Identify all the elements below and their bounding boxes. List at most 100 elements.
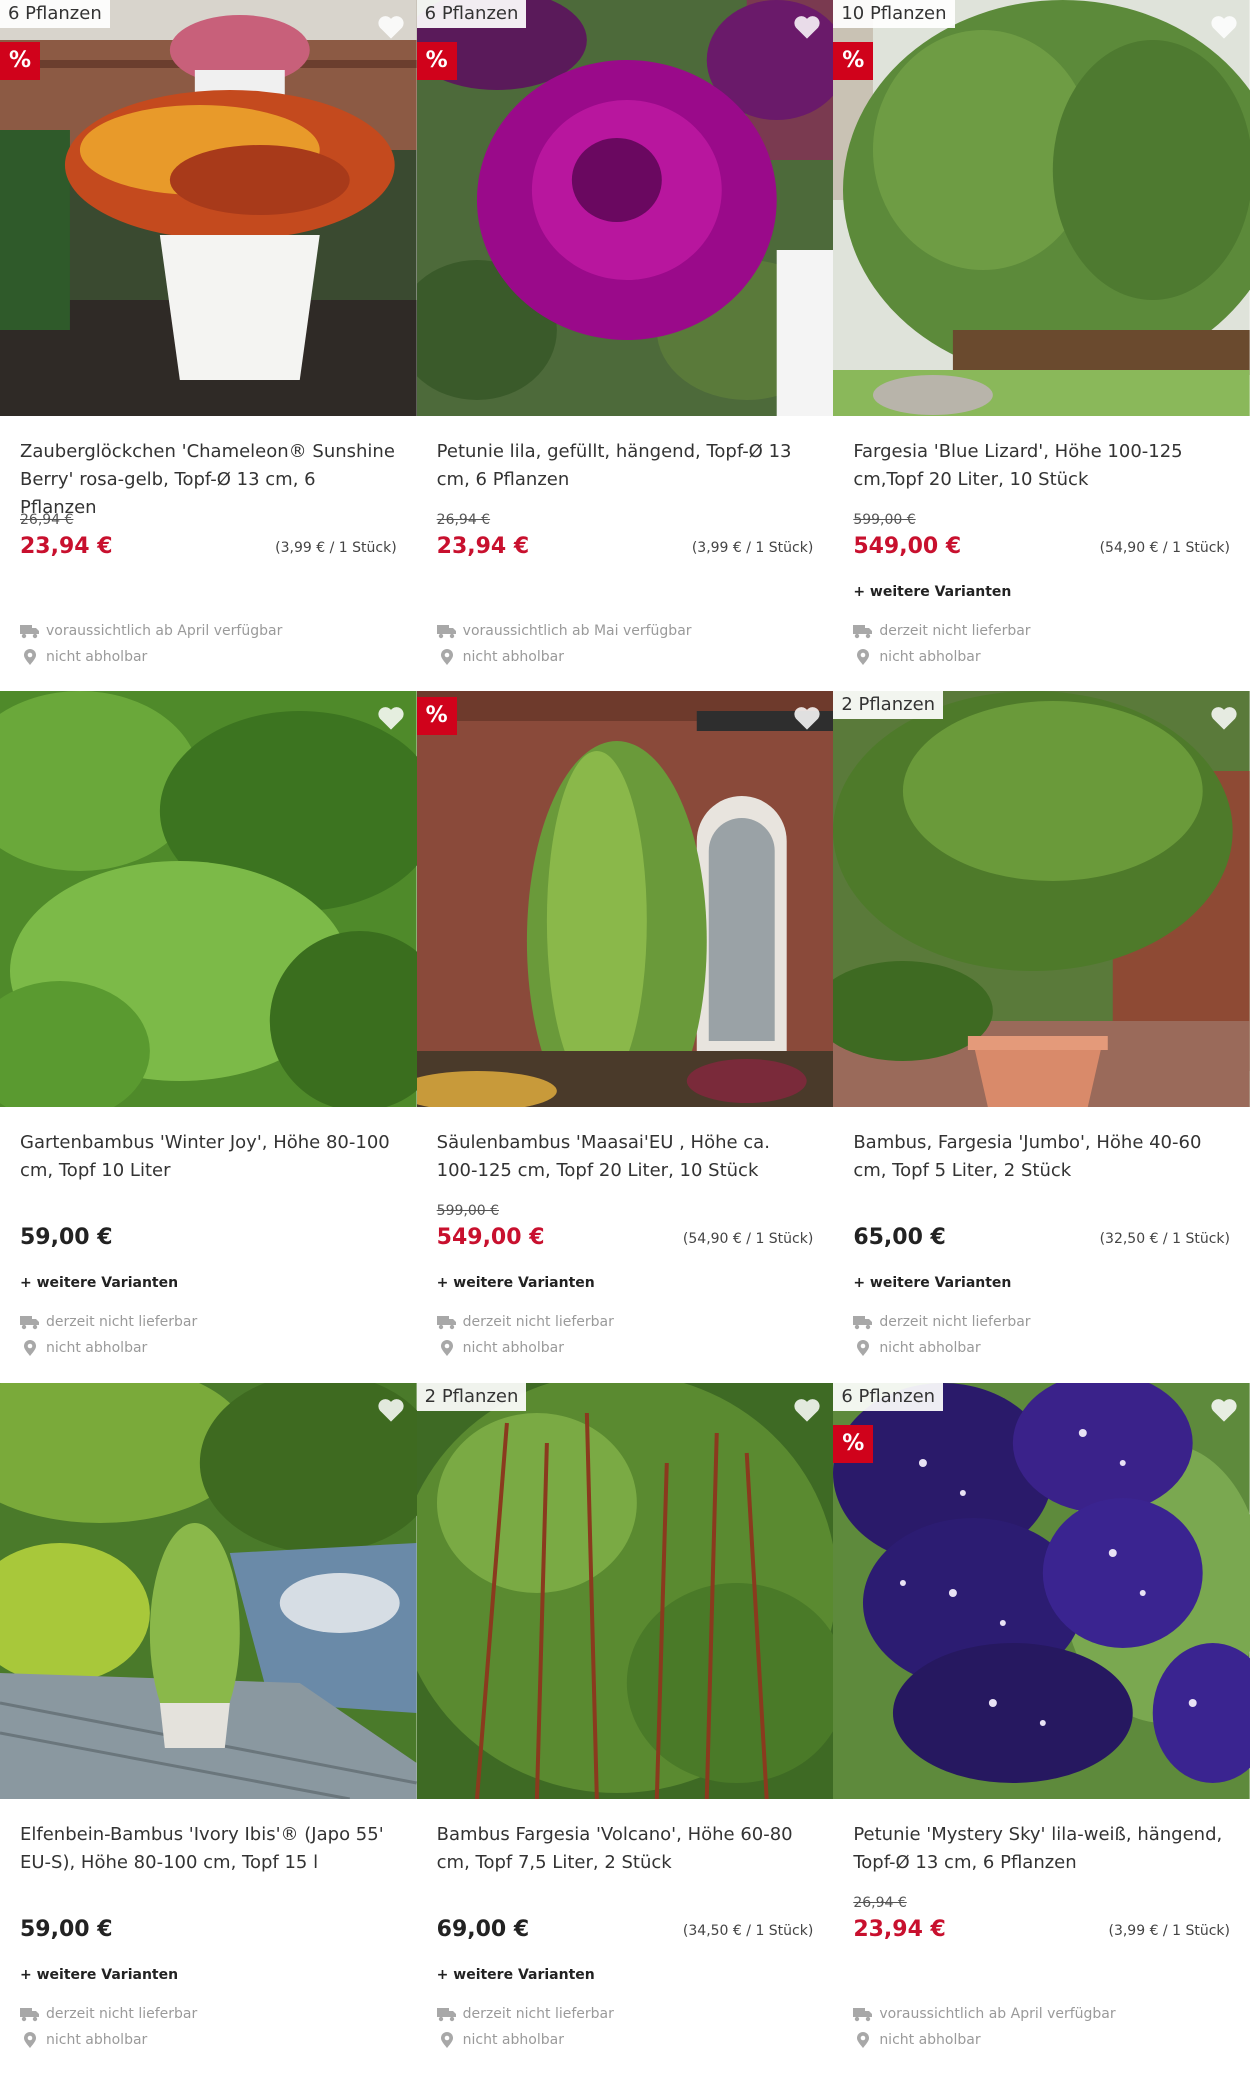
product-title[interactable]: Fargesia 'Blue Lizard', Höhe 100-125 cm,…: [853, 438, 1230, 494]
product-card[interactable]: Elfenbein-Bambus 'Ivory Ibis'® (Japo 55'…: [0, 1382, 417, 2074]
product-image[interactable]: %: [416, 691, 834, 1108]
availability-row: derzeit nicht lieferbar: [853, 622, 1031, 640]
heart-icon[interactable]: [377, 705, 405, 731]
product-title[interactable]: Elfenbein-Bambus 'Ivory Ibis'® (Japo 55'…: [20, 1821, 397, 1877]
product-card[interactable]: 10 Pflanzen % Fargesia 'Blue Lizard', Hö…: [833, 0, 1250, 692]
price: 59,00 €: [20, 1916, 113, 1942]
product-title[interactable]: Petunie lila, gefüllt, hängend, Topf-Ø 1…: [437, 438, 814, 494]
product-title[interactable]: Zauberglöckchen 'Chameleon® Sunshine Ber…: [20, 438, 397, 522]
unit-price: (3,99 € / 1 Stück): [691, 540, 814, 556]
heart-icon[interactable]: [793, 14, 821, 40]
truck-icon: [436, 1313, 457, 1331]
pickup-row: nicht abholbar: [437, 2031, 564, 2049]
heart-icon[interactable]: [793, 705, 821, 731]
availability-row: derzeit nicht lieferbar: [436, 2005, 614, 2023]
product-card[interactable]: Gartenbambus 'Winter Joy', Höhe 80-100 c…: [0, 691, 417, 1383]
product-image[interactable]: [0, 1382, 417, 1799]
more-variants-link[interactable]: + weitere Varianten: [853, 1275, 1011, 1291]
location-pin-icon: [437, 2031, 457, 2049]
more-variants-link[interactable]: + weitere Varianten: [20, 1967, 178, 1983]
more-variants-link[interactable]: + weitere Varianten: [437, 1967, 595, 1983]
product-info: Fargesia 'Blue Lizard', Höhe 100-125 cm,…: [833, 416, 1250, 691]
product-title[interactable]: Petunie 'Mystery Sky' lila-weiß, hängend…: [853, 1821, 1230, 1877]
price: 65,00 €: [853, 1225, 946, 1251]
old-price: 599,00 €: [853, 512, 916, 528]
availability-text: derzeit nicht lieferbar: [462, 2005, 614, 2022]
truck-icon: [436, 622, 457, 640]
heart-icon[interactable]: [1210, 1397, 1238, 1423]
availability-text: derzeit nicht lieferbar: [879, 1314, 1031, 1331]
pickup-row: nicht abholbar: [437, 648, 564, 666]
location-pin-icon: [20, 2031, 40, 2049]
availability-text: derzeit nicht lieferbar: [462, 1314, 614, 1331]
price: 23,94 €: [853, 1916, 946, 1942]
unit-price: (32,50 € / 1 Stück): [1099, 1231, 1230, 1248]
plant-count-badge: 2 Pflanzen: [833, 691, 944, 720]
product-title[interactable]: Gartenbambus 'Winter Joy', Höhe 80-100 c…: [20, 1129, 397, 1185]
pickup-text: nicht abholbar: [462, 2031, 564, 2048]
product-info: Säulenbambus 'Maasai'EU , Höhe ca. 100-1…: [417, 1107, 834, 1382]
pickup-text: nicht abholbar: [462, 1340, 564, 1357]
product-card[interactable]: 6 Pflanzen % Petunie 'Mystery Sky' lila-…: [833, 1382, 1250, 2074]
pickup-row: nicht abholbar: [853, 1339, 981, 1357]
product-info: Bambus, Fargesia 'Jumbo', Höhe 40-60 cm,…: [833, 1107, 1250, 1382]
product-card[interactable]: 6 Pflanzen % Zauberglöckchen 'Chameleon®…: [0, 0, 417, 692]
product-image[interactable]: 2 Pflanzen: [833, 691, 1250, 1108]
unit-price: (3,99 € / 1 Stück): [275, 540, 397, 556]
price: 69,00 €: [436, 1916, 530, 1942]
product-title[interactable]: Säulenbambus 'Maasai'EU , Höhe ca. 100-1…: [437, 1129, 814, 1185]
availability-row: derzeit nicht lieferbar: [20, 2005, 197, 2023]
location-pin-icon: [20, 1339, 40, 1357]
pickup-text: nicht abholbar: [46, 2031, 148, 2048]
product-image[interactable]: 6 Pflanzen %: [416, 0, 834, 416]
plant-count-badge: 6 Pflanzen: [416, 0, 527, 28]
product-image[interactable]: 10 Pflanzen %: [833, 0, 1250, 416]
pickup-row: nicht abholbar: [20, 1339, 147, 1357]
heart-icon[interactable]: [377, 1397, 405, 1423]
more-variants-link[interactable]: + weitere Varianten: [437, 1275, 595, 1291]
product-card[interactable]: 6 Pflanzen % Petunie lila, gefüllt, häng…: [416, 0, 834, 692]
product-info: Zauberglöckchen 'Chameleon® Sunshine Ber…: [0, 416, 417, 691]
heart-icon[interactable]: [1210, 705, 1238, 731]
location-pin-icon: [853, 1339, 873, 1357]
sale-badge: %: [833, 42, 874, 80]
product-card[interactable]: % Säulenbambus 'Maasai'EU , Höhe ca. 100…: [416, 691, 834, 1383]
pickup-text: nicht abholbar: [879, 649, 981, 665]
sale-badge: %: [833, 1424, 874, 1463]
availability-row: derzeit nicht lieferbar: [20, 1313, 197, 1331]
availability-row: voraussichtlich ab Mai verfügbar: [436, 622, 692, 640]
heart-icon[interactable]: [1210, 14, 1238, 40]
plant-count-badge: 6 Pflanzen: [0, 0, 110, 28]
product-image[interactable]: 2 Pflanzen: [416, 1382, 834, 1799]
product-title[interactable]: Bambus, Fargesia 'Jumbo', Höhe 40-60 cm,…: [853, 1129, 1230, 1185]
pickup-row: nicht abholbar: [20, 2031, 147, 2049]
truck-icon: [853, 622, 873, 640]
availability-text: derzeit nicht lieferbar: [46, 2005, 198, 2022]
old-price: 26,94 €: [20, 512, 74, 528]
product-image[interactable]: 6 Pflanzen %: [833, 1382, 1250, 1799]
product-card[interactable]: 2 Pflanzen Bambus Fargesia 'Volcano', Hö…: [416, 1382, 834, 2074]
more-variants-link[interactable]: + weitere Varianten: [853, 584, 1011, 600]
availability-text: voraussichtlich ab April verfügbar: [879, 2005, 1116, 2022]
price: 23,94 €: [20, 534, 113, 559]
product-image[interactable]: 6 Pflanzen %: [0, 0, 417, 416]
price: 59,00 €: [20, 1225, 113, 1251]
heart-icon[interactable]: [793, 1397, 821, 1423]
heart-icon[interactable]: [377, 14, 405, 40]
unit-price: (3,99 € / 1 Stück): [1108, 1922, 1230, 1939]
truck-icon: [20, 1313, 40, 1331]
plant-count-badge: 6 Pflanzen: [833, 1382, 944, 1411]
unit-price: (54,90 € / 1 Stück): [682, 1231, 814, 1248]
truck-icon: [436, 2005, 457, 2023]
price: 23,94 €: [436, 534, 530, 559]
product-info: Petunie 'Mystery Sky' lila-weiß, hängend…: [833, 1799, 1250, 2074]
more-variants-link[interactable]: + weitere Varianten: [20, 1275, 178, 1291]
availability-text: voraussichtlich ab Mai verfügbar: [462, 623, 692, 639]
product-title[interactable]: Bambus Fargesia 'Volcano', Höhe 60-80 cm…: [437, 1821, 814, 1877]
location-pin-icon: [437, 1339, 457, 1357]
sale-badge: %: [0, 42, 40, 80]
location-pin-icon: [853, 2031, 873, 2049]
availability-row: voraussichtlich ab April verfügbar: [853, 2005, 1116, 2023]
product-image[interactable]: [0, 691, 417, 1108]
product-card[interactable]: 2 Pflanzen Bambus, Fargesia 'Jumbo', Höh…: [833, 691, 1250, 1383]
